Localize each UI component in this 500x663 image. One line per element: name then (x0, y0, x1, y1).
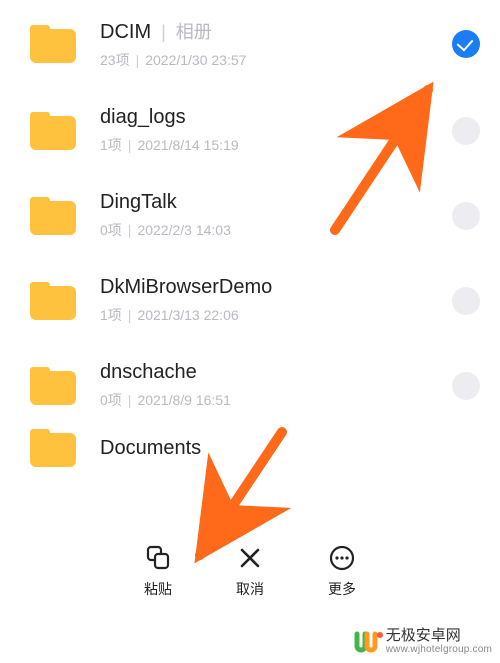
checkbox-checked[interactable] (452, 30, 480, 58)
item-meta: 1项|2021/8/14 15:19 (100, 135, 452, 155)
list-item[interactable]: diag_logs 1项|2021/8/14 15:19 (0, 88, 500, 173)
folder-icon (30, 112, 76, 150)
item-info: DingTalk 0项|2022/2/3 14:03 (100, 191, 452, 240)
paste-icon (143, 543, 173, 573)
cancel-label: 取消 (236, 579, 264, 599)
item-meta: 0项|2022/2/3 14:03 (100, 220, 452, 240)
watermark-logo-icon (354, 628, 380, 654)
checkbox[interactable] (452, 287, 480, 315)
checkbox[interactable] (452, 202, 480, 230)
item-info: diag_logs 1项|2021/8/14 15:19 (100, 106, 452, 155)
list-item[interactable]: DkMiBrowserDemo 1项|2021/3/13 22:06 (0, 258, 500, 343)
item-meta: 0项|2021/8/9 16:51 (100, 390, 452, 410)
item-meta: 1项|2021/3/13 22:06 (100, 305, 452, 325)
bottom-toolbar: 粘贴 取消 更多 (0, 536, 500, 606)
watermark: 无极安卓网 www.wjhotelgroup.com (346, 622, 500, 662)
item-name: dnschache (100, 361, 197, 384)
checkbox[interactable] (452, 372, 480, 400)
item-name: DCIM (100, 21, 151, 44)
folder-icon (30, 282, 76, 320)
item-name: Documents (100, 437, 201, 460)
folder-icon (30, 367, 76, 405)
separator: | (161, 22, 166, 43)
list-item[interactable]: DingTalk 0项|2022/2/3 14:03 (0, 173, 500, 258)
item-name: diag_logs (100, 106, 186, 129)
item-badge: 相册 (176, 18, 212, 44)
file-list: DCIM | 相册 23项|2022/1/30 23:57 diag_logs … (0, 0, 500, 468)
folder-icon (30, 429, 76, 467)
item-info: DCIM | 相册 23项|2022/1/30 23:57 (100, 18, 452, 70)
watermark-url: www.wjhotelgroup.com (386, 644, 492, 655)
item-info: dnschache 0项|2021/8/9 16:51 (100, 361, 452, 410)
paste-button[interactable]: 粘贴 (143, 543, 173, 599)
item-meta: 23项|2022/1/30 23:57 (100, 50, 452, 70)
list-item[interactable]: Documents (0, 428, 500, 468)
paste-label: 粘贴 (144, 579, 172, 599)
item-name: DingTalk (100, 191, 177, 214)
checkbox[interactable] (452, 117, 480, 145)
cancel-button[interactable]: 取消 (235, 543, 265, 599)
list-item[interactable]: DCIM | 相册 23项|2022/1/30 23:57 (0, 0, 500, 88)
more-icon (327, 543, 357, 573)
item-info: Documents (100, 437, 480, 460)
folder-icon (30, 25, 76, 63)
watermark-name: 无极安卓网 (386, 628, 492, 645)
item-info: DkMiBrowserDemo 1项|2021/3/13 22:06 (100, 276, 452, 325)
list-item[interactable]: dnschache 0项|2021/8/9 16:51 (0, 343, 500, 428)
close-icon (235, 543, 265, 573)
more-label: 更多 (328, 579, 356, 599)
item-name: DkMiBrowserDemo (100, 276, 272, 299)
more-button[interactable]: 更多 (327, 543, 357, 599)
folder-icon (30, 197, 76, 235)
